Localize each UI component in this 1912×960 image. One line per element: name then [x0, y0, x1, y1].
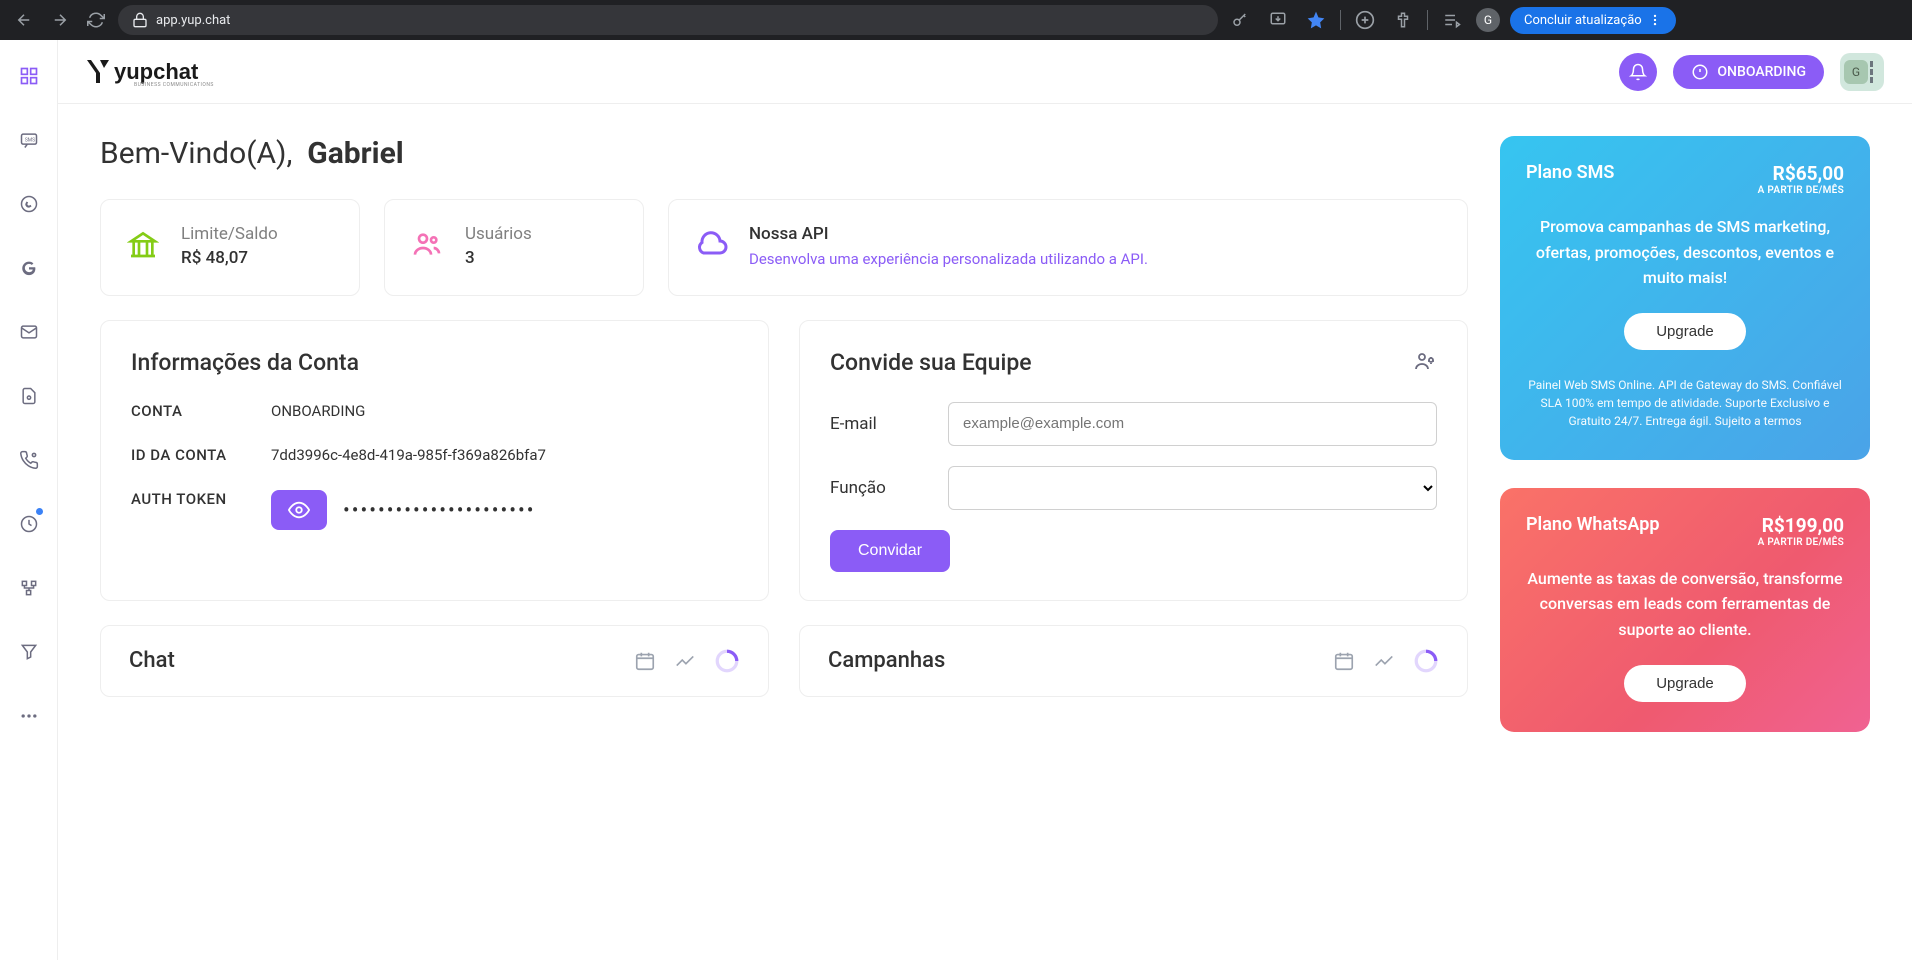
- plan-sms-fine: Painel Web SMS Online. API de Gateway do…: [1526, 376, 1844, 430]
- logo[interactable]: yupchat BUSINESS COMMUNICATIONS: [86, 55, 236, 89]
- account-info-panel: Informações da Conta CONTA ONBOARDING ID…: [100, 320, 769, 601]
- sidebar-document[interactable]: [11, 378, 47, 414]
- sidebar-flow[interactable]: [11, 570, 47, 606]
- reload-button[interactable]: [82, 6, 110, 34]
- key-icon[interactable]: [1226, 6, 1254, 34]
- email-input[interactable]: [948, 402, 1437, 446]
- plan-sms-desc: Promova campanhas de SMS marketing, ofer…: [1526, 214, 1844, 291]
- cloud-icon: [691, 224, 731, 264]
- extensions-icon[interactable]: [1389, 6, 1417, 34]
- campaigns-panel: Campanhas: [799, 625, 1468, 697]
- plan-sms-upgrade-button[interactable]: Upgrade: [1624, 313, 1746, 350]
- plan-sms-price-sub: A PARTIR DE/MÊS: [1758, 185, 1844, 196]
- sidebar-google[interactable]: [11, 250, 47, 286]
- role-select[interactable]: [948, 466, 1437, 510]
- new-tab-icon[interactable]: [1351, 6, 1379, 34]
- stat-api[interactable]: Nossa API Desenvolva uma experiência per…: [668, 199, 1468, 296]
- plan-sms-price: R$65,00: [1758, 162, 1844, 185]
- api-desc: Desenvolva uma experiência personalizada…: [749, 248, 1148, 271]
- plan-wa-upgrade-button[interactable]: Upgrade: [1624, 665, 1746, 702]
- svg-text:BUSINESS COMMUNICATIONS: BUSINESS COMMUNICATIONS: [134, 82, 214, 88]
- svg-text:yupchat: yupchat: [114, 59, 199, 84]
- reveal-token-button[interactable]: [271, 490, 327, 530]
- plan-sms-card: Plano SMS R$65,00 A PARTIR DE/MÊS Promov…: [1500, 136, 1870, 460]
- install-icon[interactable]: [1264, 6, 1292, 34]
- account-title: Informações da Conta: [131, 349, 738, 376]
- plan-wa-desc: Aumente as taxas de conversão, transform…: [1526, 566, 1844, 643]
- invite-team-panel: Convide sua Equipe E-mail Função Convida…: [799, 320, 1468, 601]
- stat-users: Usuários 3: [384, 199, 644, 296]
- auth-token-label: AUTH TOKEN: [131, 490, 261, 508]
- calendar-icon[interactable]: [634, 650, 656, 672]
- notifications-button[interactable]: [1619, 53, 1657, 91]
- sidebar-email[interactable]: [11, 314, 47, 350]
- users-label: Usuários: [465, 224, 532, 244]
- role-label: Função: [830, 478, 930, 498]
- calendar-icon[interactable]: [1333, 650, 1355, 672]
- team-settings-icon[interactable]: [1413, 349, 1437, 373]
- email-label: E-mail: [830, 414, 930, 434]
- stat-balance: Limite/Saldo R$ 48,07: [100, 199, 360, 296]
- sidebar-more[interactable]: [11, 698, 47, 734]
- plan-sms-name: Plano SMS: [1526, 162, 1614, 183]
- token-masked: ••••••••••••••••••••••: [343, 498, 535, 522]
- forward-button[interactable]: [46, 6, 74, 34]
- balance-value: R$ 48,07: [181, 248, 278, 268]
- plan-wa-price: R$199,00: [1758, 514, 1844, 537]
- sidebar-call[interactable]: [11, 442, 47, 478]
- balance-label: Limite/Saldo: [181, 224, 278, 244]
- url-bar[interactable]: app.yup.chat: [118, 5, 1218, 35]
- account-id-value: 7dd3996c-4e8d-419a-985f-f369a826bfa7: [271, 446, 738, 464]
- back-button[interactable]: [10, 6, 38, 34]
- sidebar-whatsapp[interactable]: [11, 186, 47, 222]
- finish-update-button[interactable]: Concluir atualização: [1510, 7, 1676, 34]
- browser-profile[interactable]: G: [1476, 8, 1500, 32]
- sidebar-sms[interactable]: SMS: [11, 122, 47, 158]
- bank-icon: [123, 224, 163, 264]
- svg-text:SMS: SMS: [24, 138, 34, 144]
- welcome-heading: Bem-Vindo(A), Gabriel: [100, 136, 1468, 171]
- chat-panel: Chat: [100, 625, 769, 697]
- sidebar-activity[interactable]: [11, 506, 47, 542]
- sidebar-filter[interactable]: [11, 634, 47, 670]
- invite-title: Convide sua Equipe: [830, 349, 1032, 376]
- bookmark-star-icon[interactable]: [1302, 6, 1330, 34]
- loading-icon: [714, 648, 740, 674]
- campaigns-title: Campanhas: [828, 648, 945, 673]
- browser-chrome: app.yup.chat G Concluir atualização: [0, 0, 1912, 40]
- trend-icon[interactable]: [1373, 650, 1395, 672]
- sidebar: SMS: [0, 40, 58, 960]
- playlist-icon[interactable]: [1438, 6, 1466, 34]
- account-id-label: ID DA CONTA: [131, 446, 261, 464]
- conta-value: ONBOARDING: [271, 402, 738, 420]
- plan-wa-price-sub: A PARTIR DE/MÊS: [1758, 537, 1844, 548]
- users-value: 3: [465, 248, 532, 268]
- trend-icon[interactable]: [674, 650, 696, 672]
- onboarding-button[interactable]: ONBOARDING: [1673, 55, 1824, 89]
- invite-button[interactable]: Convidar: [830, 530, 950, 572]
- loading-icon: [1413, 648, 1439, 674]
- topbar: yupchat BUSINESS COMMUNICATIONS ONBOARDI…: [58, 40, 1912, 104]
- conta-label: CONTA: [131, 402, 261, 420]
- api-title: Nossa API: [749, 224, 1148, 244]
- plan-wa-name: Plano WhatsApp: [1526, 514, 1659, 535]
- chat-title: Chat: [129, 648, 175, 673]
- user-avatar[interactable]: G: [1840, 53, 1884, 91]
- notification-dot: [36, 508, 43, 515]
- url-text: app.yup.chat: [156, 13, 230, 28]
- plan-whatsapp-card: Plano WhatsApp R$199,00 A PARTIR DE/MÊS …: [1500, 488, 1870, 732]
- sidebar-dashboard[interactable]: [11, 58, 47, 94]
- users-icon: [407, 224, 447, 264]
